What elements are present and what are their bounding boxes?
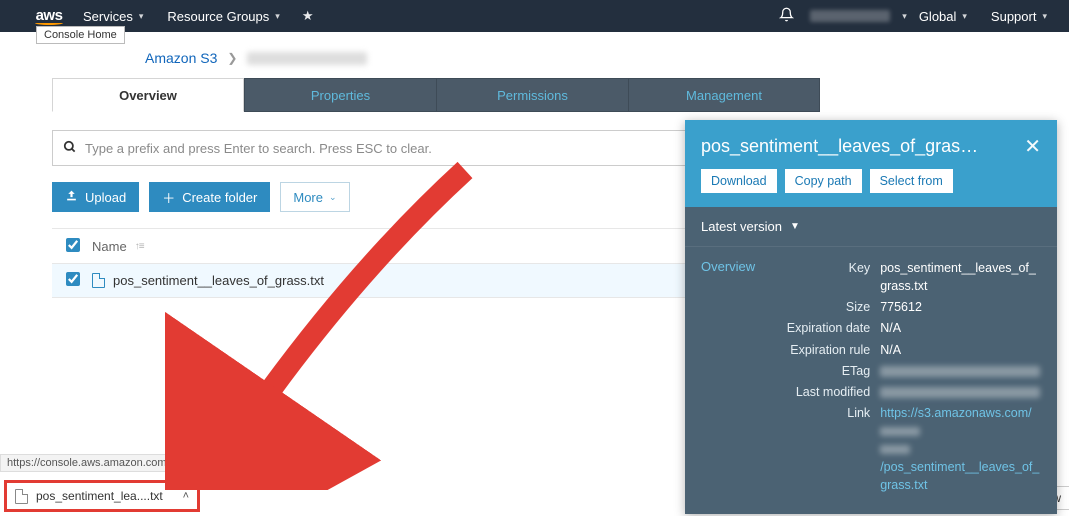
nav-services[interactable]: Services ▾ [71,9,155,24]
download-chip-label: pos_sentiment_lea....txt [36,489,163,503]
overview-section-label: Overview [701,259,755,274]
kv-key-value: pos_sentiment__leaves_of_grass.txt [880,259,1041,295]
select-all-checkbox[interactable] [66,238,80,252]
tab-overview[interactable]: Overview [52,78,244,112]
more-label: More [293,190,323,205]
caret-down-icon: ▾ [275,11,280,22]
nav-region-label: Global [919,9,957,24]
version-label: Latest version [701,219,782,234]
col-name-label[interactable]: Name [92,239,127,254]
kv-link-value[interactable]: https://s3.amazonaws.com//pos_sentiment_… [880,404,1041,495]
kv-link-label: Link [775,404,880,495]
tab-permissions[interactable]: Permissions [436,78,628,112]
caret-down-icon: ▾ [1042,11,1047,22]
caret-down-icon: ⌄ [329,192,337,203]
console-home-tooltip: Console Home [36,26,125,44]
kv-etag-value [880,362,1041,380]
download-chip[interactable]: pos_sentiment_lea....txt ˄ [4,480,200,512]
tab-properties[interactable]: Properties [244,78,436,112]
upload-button[interactable]: Upload [52,182,139,212]
file-icon [15,489,28,504]
caret-down-icon: ▼ [790,221,800,232]
version-selector[interactable]: Latest version ▼ [685,207,1057,247]
tab-management[interactable]: Management [628,78,820,112]
nav-services-label: Services [83,9,133,24]
more-button[interactable]: More ⌄ [280,182,349,212]
breadcrumb-s3[interactable]: Amazon S3 [145,50,217,66]
kv-etag-label: ETag [775,362,880,380]
object-details-panel: pos_sentiment__leaves_of_gras… ✕ Downloa… [685,120,1057,514]
breadcrumb: Amazon S3 ❯ [0,32,1069,78]
file-name[interactable]: pos_sentiment__leaves_of_grass.txt [113,273,324,288]
kv-size-label: Size [775,298,880,316]
kv-exprule-value: N/A [880,341,1041,359]
nav-resource-groups[interactable]: Resource Groups ▾ [155,9,291,24]
close-icon[interactable]: ✕ [1014,134,1041,159]
create-folder-label: Create folder [182,190,257,205]
details-title: pos_sentiment__leaves_of_gras… [701,136,1014,157]
aws-smile-icon [35,21,63,25]
kv-expdate-label: Expiration date [775,319,880,337]
details-body: Overview Keypos_sentiment__leaves_of_gra… [685,247,1057,514]
copy-path-button[interactable]: Copy path [785,169,862,193]
plus-icon: ＋ [162,188,175,207]
kv-exprule-label: Expiration rule [775,341,880,359]
sort-icon[interactable]: ↑≡ [135,241,144,252]
aws-logo[interactable]: aws [35,7,63,25]
row-checkbox[interactable] [66,272,80,286]
breadcrumb-bucket-blurred[interactable] [247,52,367,65]
nav-support[interactable]: Support ▾ [979,9,1059,24]
download-button[interactable]: Download [701,169,777,193]
details-header: pos_sentiment__leaves_of_gras… ✕ Downloa… [685,120,1057,207]
upload-label: Upload [85,190,126,205]
status-url: https://console.aws.amazon.com/console/h… [0,454,334,472]
caret-down-icon: ▾ [902,11,907,22]
breadcrumb-separator-icon: ❯ [227,51,237,65]
nav-resource-groups-label: Resource Groups [167,9,269,24]
kv-expdate-value: N/A [880,319,1041,337]
kv-lm-value [880,383,1041,401]
create-folder-button[interactable]: ＋ Create folder [149,182,270,212]
select-from-button[interactable]: Select from [870,169,953,193]
tabs: Overview Properties Permissions Manageme… [52,78,1069,112]
bell-icon[interactable] [769,7,804,26]
kv-size-value: 775612 [880,298,1041,316]
chevron-up-icon[interactable]: ˄ [183,490,189,502]
account-name-blurred[interactable] [810,10,890,22]
nav-region[interactable]: Global ▾ [907,9,979,24]
file-icon [92,273,105,288]
search-icon [63,140,77,157]
caret-down-icon: ▾ [962,11,967,22]
caret-down-icon: ▾ [139,11,144,22]
nav-support-label: Support [991,9,1037,24]
kv-key-label: Key [775,259,880,295]
upload-icon [65,189,78,205]
kv-lm-label: Last modified [775,383,880,401]
top-nav: aws Services ▾ Resource Groups ▾ ★ ▾ Glo… [0,0,1069,32]
pin-icon[interactable]: ★ [292,8,324,24]
